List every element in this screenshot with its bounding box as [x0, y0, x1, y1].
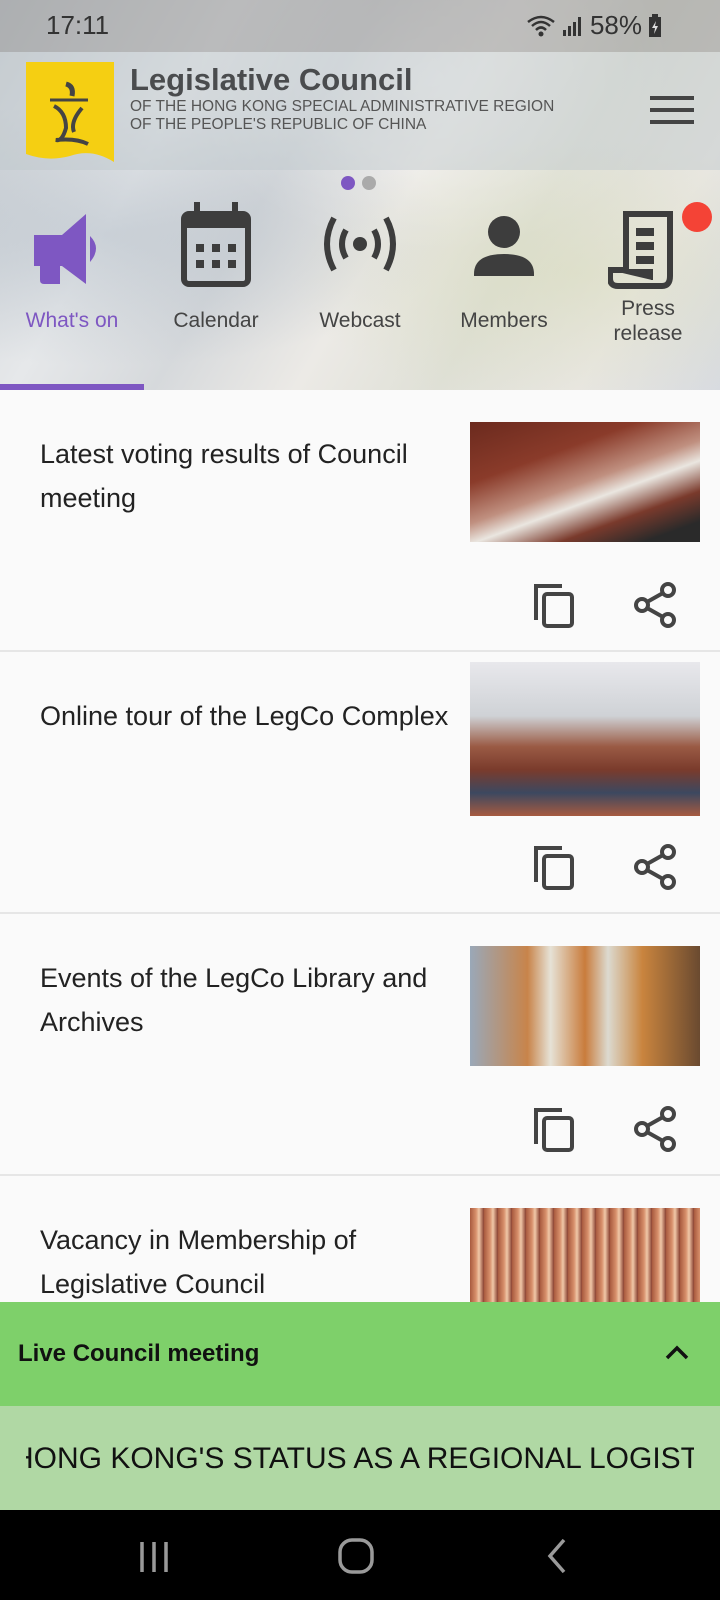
- share-icon[interactable]: [630, 1104, 680, 1154]
- copy-icon[interactable]: [530, 580, 580, 630]
- press-release-icon: [608, 211, 673, 289]
- back-icon[interactable]: [538, 1536, 578, 1576]
- person-icon: [474, 216, 534, 276]
- calendar-icon: [181, 202, 251, 287]
- item-thumbnail[interactable]: [470, 422, 700, 542]
- broadcast-icon: [324, 216, 396, 272]
- nav-label: Members: [460, 309, 548, 332]
- item-title: Events of the LegCo Library and Archives: [40, 963, 428, 1037]
- list-item[interactable]: Events of the LegCo Library and Archives: [0, 914, 720, 1176]
- signal-icon: [562, 16, 581, 36]
- subtitle-line-2: OF THE PEOPLE'S REPUBLIC OF CHINA: [130, 116, 427, 133]
- share-icon[interactable]: [630, 842, 680, 892]
- nav-label: Webcast: [319, 309, 401, 332]
- nav-members[interactable]: Members: [432, 190, 576, 390]
- page-indicator: [341, 176, 376, 190]
- nav-label: Calendar: [173, 309, 259, 332]
- status-icons: 58%: [526, 10, 662, 41]
- share-icon[interactable]: [630, 580, 680, 630]
- page-dot[interactable]: [362, 176, 376, 190]
- whats-on-list: Latest voting results of Council meeting…: [0, 390, 720, 1438]
- copy-icon[interactable]: [530, 1104, 580, 1154]
- item-title: Latest voting results of Council meeting: [40, 439, 408, 513]
- item-title: Online tour of the LegCo Complex: [40, 701, 449, 731]
- app-title: Legislative Council: [130, 62, 413, 97]
- megaphone-icon: [34, 214, 96, 284]
- nav-webcast[interactable]: Webcast: [288, 190, 432, 390]
- page-dot-active[interactable]: [341, 176, 355, 190]
- quick-nav: What's on Calendar Webcast Members Press…: [0, 190, 720, 390]
- news-ticker[interactable]: HONG KONG'S STATUS AS A REGIONAL LOGISTI…: [0, 1406, 720, 1510]
- nav-label-text: Press release: [613, 297, 683, 345]
- item-thumbnail[interactable]: [470, 662, 700, 816]
- copy-icon[interactable]: [530, 842, 580, 892]
- app-screen: 17:11 58% Legislative Council OF THE HON…: [0, 0, 720, 1600]
- wifi-icon: [527, 15, 555, 36]
- system-nav-bar: [0, 1510, 720, 1600]
- nav-label: Press release: [576, 296, 720, 346]
- item-title: Vacancy in Membership of Legislative Cou…: [40, 1225, 357, 1299]
- battery-percent: 58%: [589, 10, 642, 40]
- app-subtitle: OF THE HONG KONG SPECIAL ADMINISTRATIVE …: [130, 98, 554, 134]
- status-bar: 17:11 58%: [0, 0, 720, 52]
- list-item[interactable]: Latest voting results of Council meeting: [0, 390, 720, 652]
- ticker-text: HONG KONG'S STATUS AS A REGIONAL LOGISTI…: [26, 1442, 694, 1476]
- nav-whats-on[interactable]: What's on: [0, 190, 144, 390]
- live-title: Live Council meeting: [18, 1340, 260, 1367]
- subtitle-line-1: OF THE HONG KONG SPECIAL ADMINISTRATIVE …: [130, 98, 555, 115]
- home-icon[interactable]: [336, 1536, 376, 1576]
- item-thumbnail[interactable]: [470, 946, 700, 1066]
- notification-badge: [682, 202, 712, 232]
- chevron-up-icon[interactable]: [662, 1338, 692, 1368]
- ticker-content: HONG KONG'S STATUS AS A REGIONAL LOGISTI…: [26, 1442, 694, 1475]
- list-item[interactable]: Online tour of the LegCo Complex: [0, 652, 720, 914]
- legco-logo: [26, 62, 114, 162]
- battery-charging-icon: [649, 13, 661, 37]
- nav-calendar[interactable]: Calendar: [144, 190, 288, 390]
- app-header: Legislative Council OF THE HONG KONG SPE…: [0, 52, 720, 170]
- nav-press-release[interactable]: Press release: [576, 190, 720, 390]
- live-council-bar[interactable]: Live Council meeting: [0, 1302, 720, 1406]
- status-time: 17:11: [46, 10, 110, 40]
- recent-apps-icon[interactable]: [134, 1536, 174, 1576]
- nav-label: What's on: [25, 309, 119, 332]
- hamburger-menu-icon[interactable]: [650, 96, 694, 128]
